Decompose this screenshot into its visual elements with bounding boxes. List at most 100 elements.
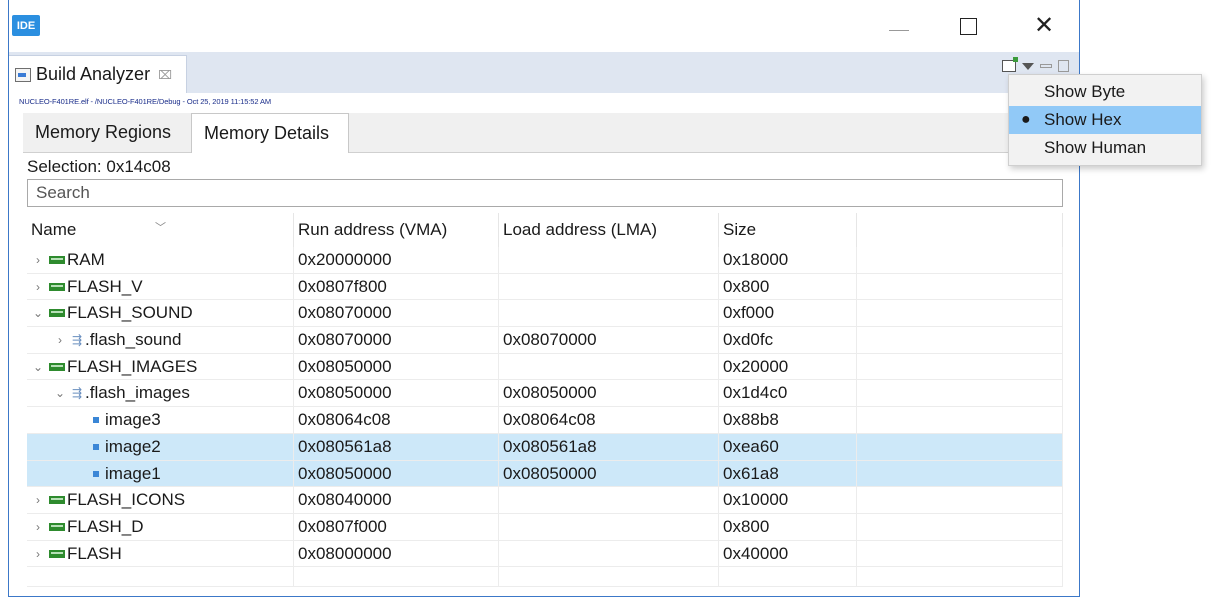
menu-item-show-byte[interactable]: Show Byte	[1009, 78, 1201, 106]
expanded-chevron-icon[interactable]: ⌄	[53, 380, 67, 406]
build-analyzer-icon	[15, 67, 31, 82]
lma-cell	[499, 353, 719, 380]
view-minimize-icon[interactable]	[1040, 64, 1052, 68]
name-cell: › RAM	[27, 247, 294, 273]
table-row[interactable]: › RAM 0x20000000 0x18000	[27, 247, 1063, 274]
table-row[interactable]: › FLASH_ICONS 0x08040000 0x10000	[27, 487, 1063, 514]
row-name-label: .flash_images	[85, 383, 190, 403]
symbol-icon	[93, 443, 99, 450]
size-cell: 0x18000	[719, 247, 857, 273]
filler-cell	[857, 327, 1063, 354]
filler-cell	[857, 540, 1063, 567]
view-menu-icon[interactable]	[1022, 62, 1034, 70]
collapsed-chevron-icon[interactable]: ›	[31, 541, 45, 567]
column-header-name[interactable]: Name ﹀	[27, 213, 294, 247]
collapsed-chevron-icon[interactable]: ›	[53, 327, 67, 353]
lma-cell: 0x08050000	[499, 460, 719, 487]
name-cell: image3	[27, 407, 294, 434]
filler-cell	[857, 273, 1063, 300]
column-header-filler	[857, 213, 1063, 247]
collapsed-chevron-icon[interactable]: ›	[31, 487, 45, 513]
filler-cell	[857, 380, 1063, 407]
table-row[interactable]: › ⇶ .flash_sound 0x08070000 0x08070000 0xd0fc	[27, 327, 1063, 354]
vma-cell: 0x08070000	[294, 300, 499, 327]
build-analyzer-view-tab[interactable]: Build Analyzer ⌧	[9, 55, 187, 93]
row-name-label: FLASH_V	[67, 276, 143, 296]
sort-chevron-icon: ﹀	[155, 222, 166, 234]
menu-item-show-human[interactable]: Show Human	[1009, 134, 1201, 162]
menu-item-show-hex[interactable]: ● Show Hex	[1009, 106, 1201, 134]
table-row[interactable]: › FLASH 0x08000000 0x40000	[27, 540, 1063, 568]
collapsed-chevron-icon[interactable]: ›	[31, 274, 45, 300]
elf-path-label: NUCLEO-F401RE.elf - /NUCLEO-F401RE/Debug…	[19, 97, 272, 106]
search-input[interactable]: Search	[27, 179, 1063, 207]
lma-cell	[499, 513, 719, 540]
tab-memory-details[interactable]: Memory Details	[191, 113, 349, 153]
collapsed-chevron-icon[interactable]: ›	[31, 514, 45, 540]
name-cell: › FLASH_V	[27, 273, 294, 300]
name-cell: › FLASH_ICONS	[27, 487, 294, 514]
filler-cell	[857, 247, 1063, 273]
vma-cell: 0x0807f000	[294, 513, 499, 540]
name-cell: ⌄ FLASH_SOUND	[27, 300, 294, 327]
expanded-chevron-icon[interactable]: ⌄	[31, 300, 45, 326]
size-cell: 0x61a8	[719, 460, 857, 487]
table-body: › RAM 0x20000000 0x18000 › FLASH_V 0x0807f800 0…	[27, 247, 1063, 588]
lma-cell: 0x080561a8	[499, 433, 719, 460]
vma-cell: 0x080561a8	[294, 433, 499, 460]
maximize-button[interactable]	[955, 14, 985, 38]
memory-region-icon	[49, 282, 65, 291]
size-cell: 0x40000	[719, 540, 857, 567]
size-cell: 0xea60	[719, 433, 857, 460]
column-header-vma[interactable]: Run address (VMA)	[294, 213, 499, 247]
radio-bullet-icon: ●	[1021, 111, 1031, 128]
table-row[interactable]: ⌄ ⇶ .flash_images 0x08050000 0x08050000 0x1d4…	[27, 380, 1063, 408]
close-button[interactable]: ✕	[1029, 14, 1059, 38]
export-icon[interactable]	[1002, 57, 1018, 72]
table-row[interactable]: ⌄ FLASH_IMAGES 0x08050000 0x20000	[27, 353, 1063, 381]
ide-logo: IDE	[12, 15, 40, 36]
lma-cell	[499, 247, 719, 273]
menu-item-label: Show Hex	[1044, 110, 1122, 129]
filler-cell	[857, 487, 1063, 514]
minimize-button[interactable]	[885, 14, 915, 38]
table-row[interactable]: image2 0x080561a8 0x080561a8 0xea60	[27, 433, 1063, 461]
collapsed-chevron-icon[interactable]: ›	[31, 247, 45, 273]
table-row[interactable]: image1 0x08050000 0x08050000 0x61a8	[27, 460, 1063, 488]
table-header: Name ﹀ Run address (VMA) Load address (L…	[27, 213, 1063, 247]
section-icon: ⇶	[71, 333, 83, 348]
size-cell: 0x10000	[719, 487, 857, 514]
vma-cell: 0x08050000	[294, 380, 499, 407]
column-header-size[interactable]: Size	[719, 213, 857, 247]
name-cell: image1	[27, 460, 294, 487]
table-row[interactable]: ⌄ FLASH_SOUND 0x08070000 0xf000	[27, 300, 1063, 328]
row-name-label: .flash_sound	[85, 330, 182, 350]
vma-cell: 0x08064c08	[294, 407, 499, 434]
view-close-icon[interactable]: ⌧	[158, 68, 172, 82]
symbol-icon	[93, 417, 99, 424]
filler-cell	[857, 407, 1063, 434]
empty-cell	[294, 567, 499, 588]
lma-cell: 0x08064c08	[499, 407, 719, 434]
row-name-label: image3	[105, 410, 161, 430]
column-header-lma[interactable]: Load address (LMA)	[499, 213, 719, 247]
view-tab-label: Build Analyzer	[36, 64, 151, 84]
view-maximize-icon[interactable]	[1058, 60, 1069, 72]
vma-cell: 0x0807f800	[294, 273, 499, 300]
row-name-label: FLASH_IMAGES	[67, 356, 198, 376]
tab-memory-regions[interactable]: Memory Regions	[23, 113, 191, 152]
memory-region-icon	[49, 256, 65, 264]
size-cell: 0x20000	[719, 353, 857, 380]
name-cell: ⌄ ⇶ .flash_images	[27, 380, 294, 407]
section-icon: ⇶	[71, 386, 83, 401]
lma-cell: 0x08050000	[499, 380, 719, 407]
table-row[interactable]: › FLASH_V 0x0807f800 0x800	[27, 273, 1063, 301]
expanded-chevron-icon[interactable]: ⌄	[31, 354, 45, 380]
filler-cell	[857, 300, 1063, 327]
table-row[interactable]: › FLASH_D 0x0807f000 0x800	[27, 513, 1063, 541]
table-row[interactable]: image3 0x08064c08 0x08064c08 0x88b8	[27, 407, 1063, 434]
size-cell: 0xf000	[719, 300, 857, 327]
row-name-label: image1	[105, 463, 161, 483]
memory-details-table: Name ﹀ Run address (VMA) Load address (L…	[27, 213, 1063, 588]
menu-item-label: Show Byte	[1044, 82, 1126, 101]
